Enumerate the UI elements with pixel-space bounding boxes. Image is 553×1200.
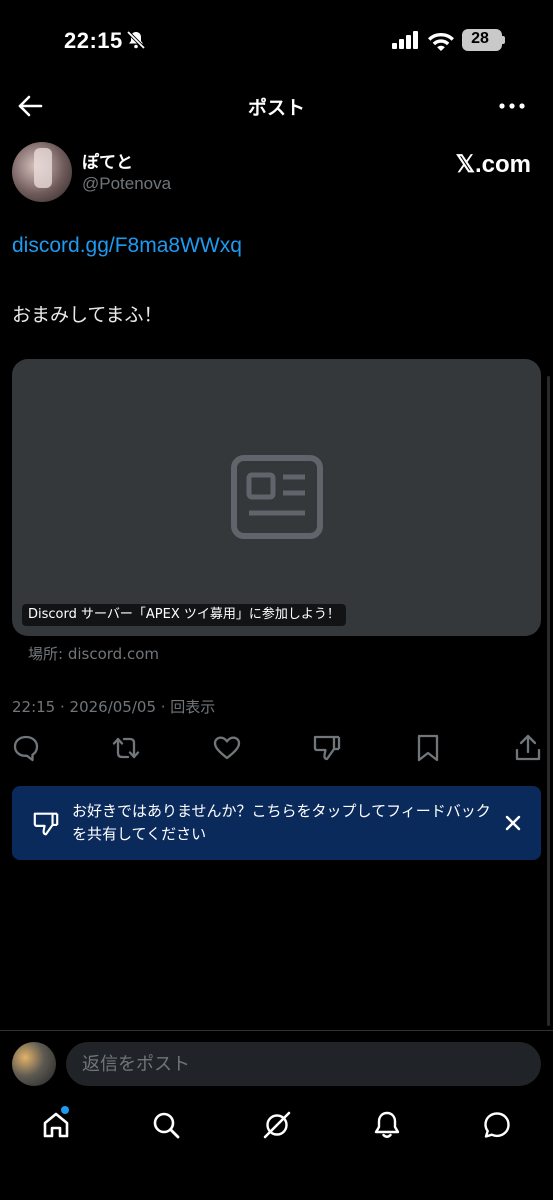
reply-input[interactable] xyxy=(66,1042,541,1086)
scrollbar[interactable] xyxy=(547,376,550,1026)
link-card[interactable]: Discord サーバー「APEX ツイ募用」に参加しよう！ xyxy=(12,359,541,636)
status-bar: 22:15 28 xyxy=(0,0,553,80)
share-icon[interactable] xyxy=(513,733,543,763)
bell-icon[interactable] xyxy=(372,1110,402,1140)
author-display-name[interactable]: ぽてと xyxy=(82,148,133,173)
signal-icon xyxy=(392,31,418,49)
author-avatar[interactable] xyxy=(12,142,72,202)
bookmark-icon[interactable] xyxy=(413,733,443,763)
notification-dot xyxy=(61,1106,69,1114)
dislike-icon[interactable] xyxy=(312,733,342,763)
post-author: ぽてと @Potenova 𝕏.com xyxy=(12,140,541,204)
post-actions xyxy=(0,733,553,765)
chat-icon[interactable] xyxy=(482,1110,512,1140)
battery-icon: 28 xyxy=(462,29,502,51)
card-caption: Discord サーバー「APEX ツイ募用」に参加しよう！ xyxy=(22,604,346,626)
header: ポスト xyxy=(0,80,553,132)
divider xyxy=(0,1030,553,1031)
battery-nub xyxy=(502,36,505,44)
bottom-tab-bar xyxy=(0,1100,553,1160)
post-text: おまみしてまふ！ xyxy=(12,304,163,326)
post-link[interactable]: discord.gg/F8ma8WWxq xyxy=(12,234,242,258)
more-options-icon[interactable] xyxy=(498,92,526,120)
battery-level: 28 xyxy=(471,30,489,47)
my-avatar[interactable] xyxy=(12,1042,56,1086)
post-meta: 22:15 · 2026/05/05 · 回表示 xyxy=(12,698,216,716)
close-icon[interactable] xyxy=(503,813,523,833)
wifi-icon xyxy=(428,33,454,51)
repost-icon[interactable] xyxy=(111,733,141,763)
reply-icon[interactable] xyxy=(11,733,41,763)
article-placeholder-icon xyxy=(231,455,323,539)
bell-off-icon xyxy=(126,30,146,50)
feedback-toast[interactable]: お好きではありませんか？こちらをタップしてフィードバックを共有してください xyxy=(12,786,541,860)
dislike-icon xyxy=(33,812,59,836)
toast-message: お好きではありませんか？こちらをタップしてフィードバックを共有してください xyxy=(72,802,491,843)
grok-icon[interactable] xyxy=(262,1110,292,1140)
status-time: 22:15 xyxy=(64,28,123,53)
card-domain: 場所: discord.com xyxy=(28,645,159,663)
search-icon[interactable] xyxy=(151,1110,181,1140)
home-icon[interactable] xyxy=(41,1110,71,1140)
x-com-logo: 𝕏.com xyxy=(455,151,531,178)
page-title: ポスト xyxy=(247,97,305,119)
reply-bar xyxy=(0,1040,553,1090)
author-handle[interactable]: @Potenova xyxy=(82,174,171,194)
like-heart-icon[interactable] xyxy=(212,733,242,763)
